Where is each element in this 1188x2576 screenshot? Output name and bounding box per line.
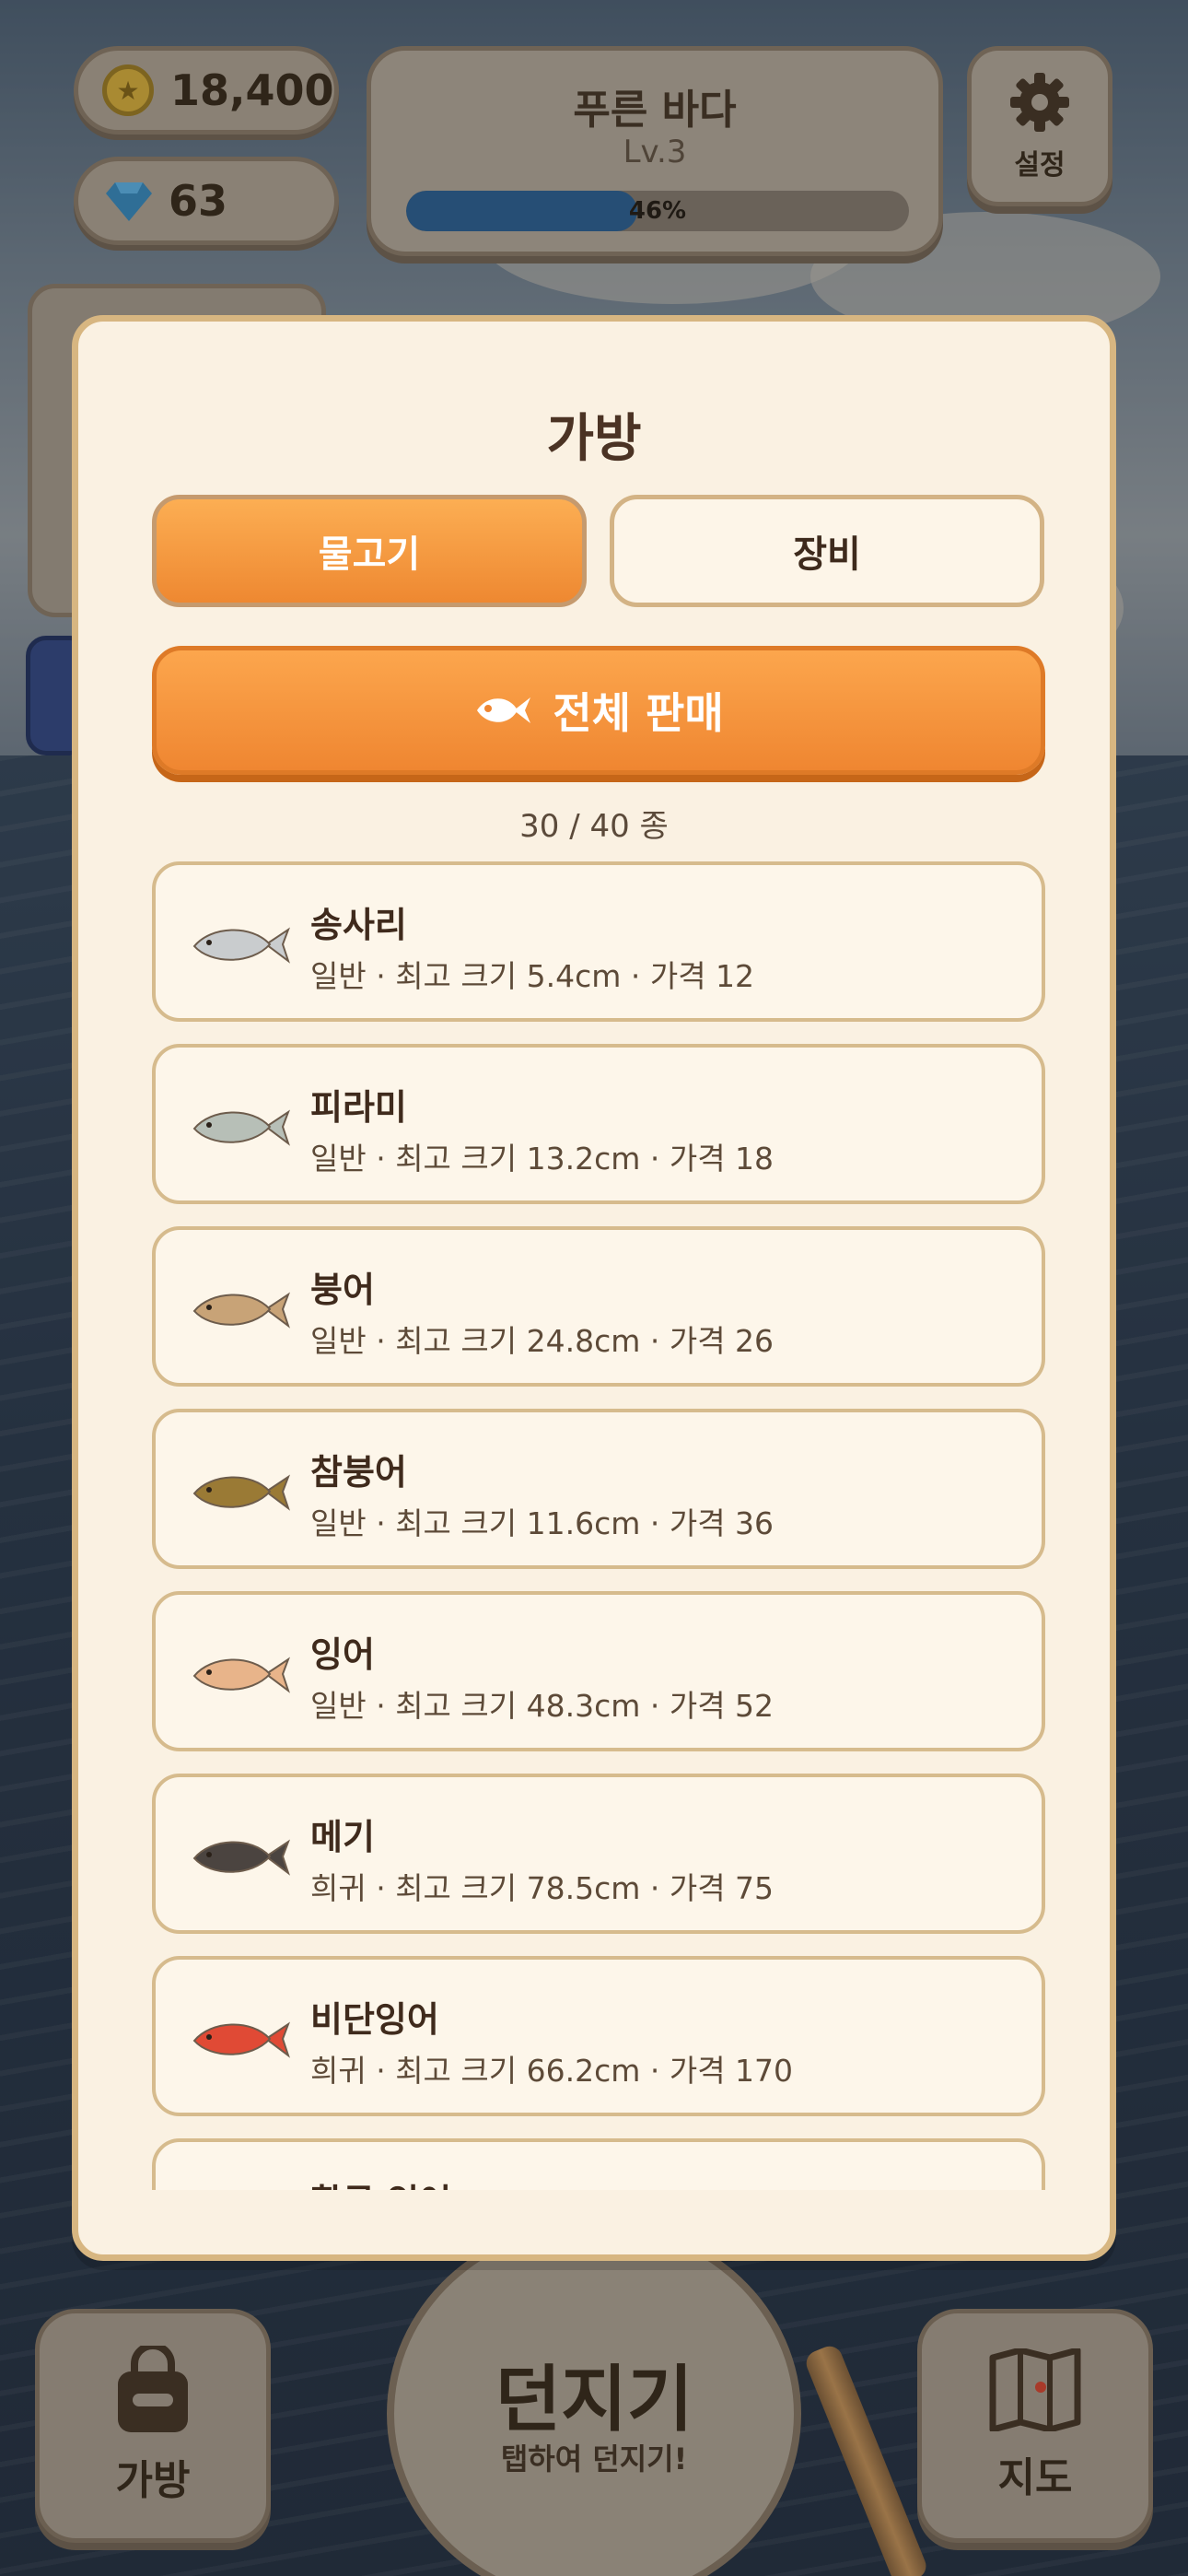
gem-icon	[106, 181, 152, 221]
fish-list-item[interactable]: 비단잉어희귀 · 최고 크기 66.2cm · 가격 170	[152, 1956, 1045, 2116]
settings-label: 설정	[1014, 149, 1066, 181]
fish-info: 일반 · 최고 크기 5.4cm · 가격 12	[310, 958, 755, 994]
fish-name: 참붕어	[310, 1452, 407, 1493]
fish-info: 일반 · 최고 크기 11.6cm · 가격 36	[310, 1505, 775, 1541]
fish-carp-icon	[192, 1657, 290, 1693]
fish-info: 일반 · 최고 크기 24.8cm · 가격 26	[310, 1323, 775, 1359]
fish-name: 메기	[310, 1817, 375, 1857]
fish-list-item[interactable]: 참붕어일반 · 최고 크기 11.6cm · 가격 36	[152, 1409, 1045, 1569]
fish-info: 희귀 · 최고 크기 66.2cm · 가격 170	[310, 2053, 794, 2089]
fish-crucian-dark-icon	[192, 1474, 290, 1511]
fish-info: 일반 · 최고 크기 13.2cm · 가격 18	[310, 1141, 775, 1177]
gem-value: 63	[169, 176, 228, 226]
gear-icon	[1010, 73, 1069, 132]
map-icon	[989, 2348, 1081, 2431]
fish-name: 붕어	[310, 1270, 375, 1310]
bag-icon	[118, 2346, 188, 2432]
fish-name: 비단잉어	[310, 1999, 439, 2040]
stage-card: 푸른 바다 Lv.3 46%	[367, 46, 943, 256]
fish-name: 잉어	[310, 1634, 375, 1675]
fish-list-item[interactable]: 붕어일반 · 최고 크기 24.8cm · 가격 26	[152, 1226, 1045, 1387]
gem-counter: 63	[74, 157, 339, 245]
stage-progress-bar: 46%	[406, 191, 909, 231]
fish-name: 황금 잉어	[310, 2173, 451, 2190]
map-label: 지도	[997, 2454, 1073, 2501]
stage-level: Lv.3	[623, 134, 687, 170]
fish-silver-icon	[192, 927, 290, 964]
fish-icon	[477, 697, 531, 723]
bag-modal: 가방 물고기 장비 전체 판매 30 / 40 종 송사리일반 · 최고 크기 …	[72, 315, 1116, 2261]
coin-icon: ★	[102, 64, 154, 116]
cast-title: 던지기	[495, 2359, 693, 2441]
fish-list-item[interactable]: 피라미일반 · 최고 크기 13.2cm · 가격 18	[152, 1044, 1045, 1204]
sell-all-label: 전체 판매	[553, 688, 724, 738]
settings-button[interactable]: 설정	[967, 46, 1112, 206]
tab-fish[interactable]: 물고기	[152, 495, 587, 607]
bag-button[interactable]: 가방	[35, 2309, 271, 2543]
fish-catfish-icon	[192, 1839, 290, 1876]
stage-progress-text: 46%	[628, 197, 687, 225]
fish-list[interactable]: 송사리 일반 · 최고 크기 5.4cm · 가격 12 피라미 일반 · 최고 크기…	[152, 861, 1045, 2190]
fish-list-item[interactable]: 잉어일반 · 최고 크기 48.3cm · 가격 52	[152, 1591, 1045, 1751]
map-button[interactable]: 지도	[917, 2309, 1153, 2543]
coin-counter: ★ 18,400	[74, 46, 339, 135]
coin-value: 18,400	[170, 65, 334, 115]
stage-name: 푸른 바다	[573, 87, 737, 134]
cast-subtitle: 탭하여 던지기!	[500, 2441, 688, 2476]
sell-all-button[interactable]: 전체 판매	[152, 646, 1045, 775]
fish-name: 피라미	[310, 1087, 407, 1128]
fish-list-item[interactable]: 송사리일반 · 최고 크기 5.4cm · 가격 12	[152, 861, 1045, 1022]
fish-count: 30 / 40 종	[519, 808, 669, 845]
fish-silver-stripe-icon	[192, 1109, 290, 1146]
fish-list-item[interactable]: 메기희귀 · 최고 크기 78.5cm · 가격 75	[152, 1774, 1045, 1934]
modal-title: 가방	[546, 409, 642, 469]
tab-equipment[interactable]: 장비	[610, 495, 1044, 607]
fish-name: 송사리	[310, 905, 407, 945]
fish-crucian-icon	[192, 1292, 290, 1329]
fish-koi-icon	[192, 2021, 290, 2058]
fish-info: 일반 · 최고 크기 48.3cm · 가격 52	[310, 1688, 775, 1724]
bag-label: 가방	[115, 2457, 191, 2504]
fish-list-item[interactable]: 황금 잉어	[152, 2138, 1045, 2190]
fish-info: 희귀 · 최고 크기 78.5cm · 가격 75	[310, 1870, 775, 1906]
